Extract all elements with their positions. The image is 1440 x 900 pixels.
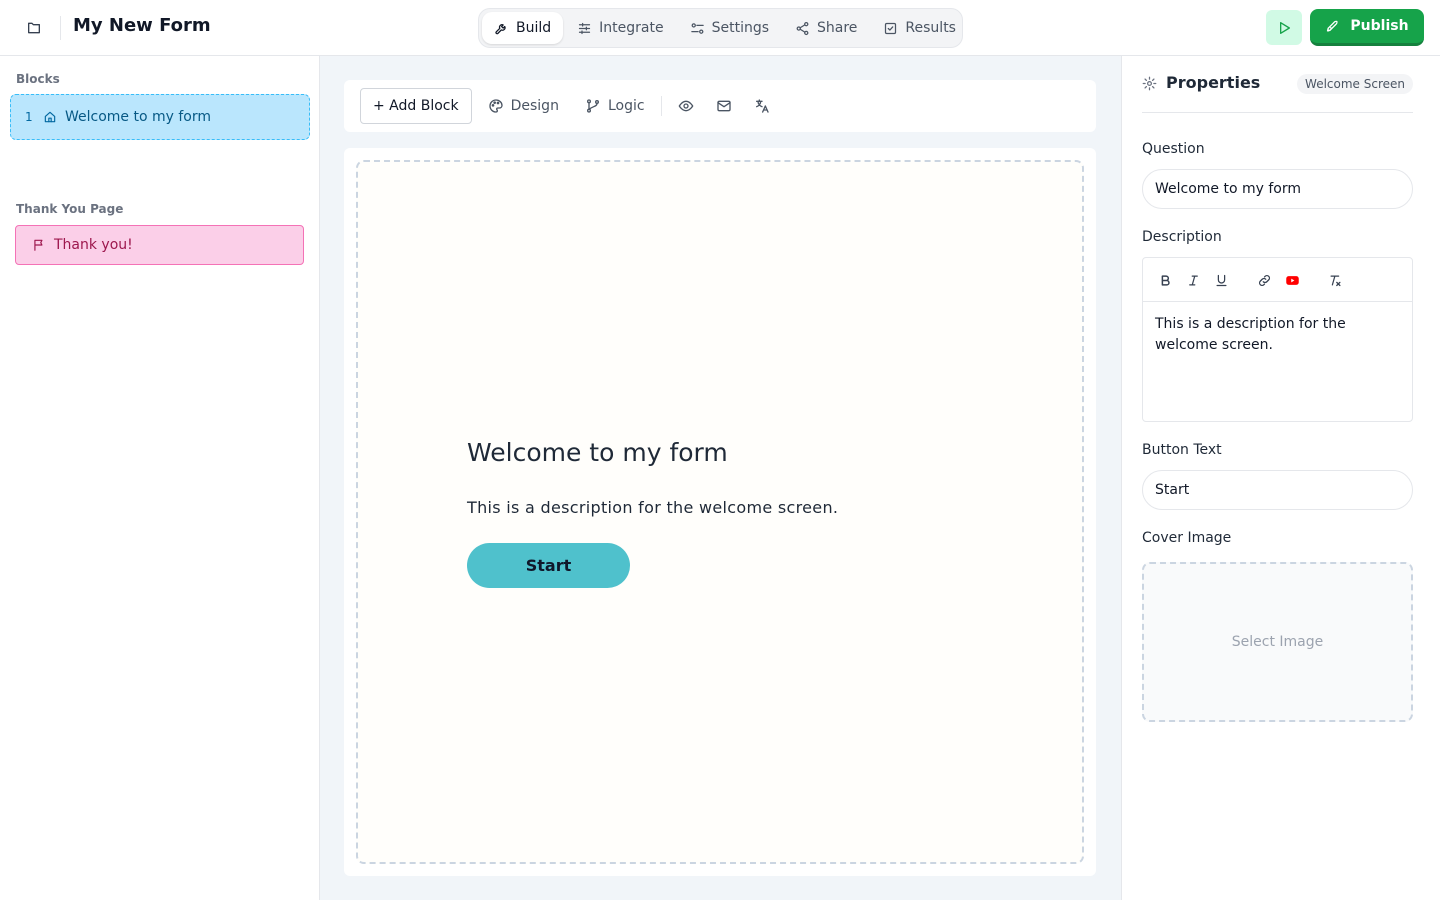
clear-format-button[interactable] [1325,270,1345,290]
add-block-button[interactable]: + Add Block [360,88,472,124]
folder-icon [26,20,42,36]
wrench-icon [494,21,509,36]
nav-settings[interactable]: Settings [678,12,781,44]
preview-eye-button[interactable] [668,88,704,124]
checkbox-icon [883,21,898,36]
folder-button[interactable] [18,12,50,44]
flag-icon [32,238,46,252]
sliders-icon [577,21,592,36]
editor-toolbar [1143,258,1412,302]
description-editor: This is a description for the welcome sc… [1142,257,1413,422]
email-button[interactable] [706,88,742,124]
block-item-welcome[interactable]: 1 Welcome to my form [10,94,310,140]
bold-button[interactable] [1155,270,1175,290]
toolbar-divider [660,96,662,116]
cover-image-dropzone[interactable]: Select Image [1142,562,1413,722]
youtube-icon [1285,273,1300,288]
nav-settings-label: Settings [711,20,770,36]
question-input[interactable] [1142,169,1413,209]
block-item-thankyou[interactable]: Thank you! [15,225,304,265]
mail-icon [716,98,732,114]
welcome-title: Welcome to my form [467,438,728,467]
start-button[interactable]: Start [467,543,630,588]
nav-integrate-label: Integrate [599,20,664,36]
nav-share[interactable]: Share [783,12,869,44]
properties-title: Properties [1166,73,1261,92]
main-nav: Build Integrate Settings Share Results [478,8,963,48]
italic-icon [1186,273,1201,288]
blocks-sidebar: Blocks 1 Welcome to my form Thank You Pa… [0,56,320,900]
publish-label: Publish [1350,18,1409,34]
bold-icon [1158,273,1173,288]
design-button[interactable]: Design [478,88,569,124]
preview-button[interactable] [1266,10,1302,45]
italic-button[interactable] [1183,270,1203,290]
cover-image-label: Cover Image [1142,530,1232,546]
logic-label: Logic [607,98,645,114]
welcome-screen-canvas[interactable]: Welcome to my form This is a description… [356,160,1084,864]
youtube-button[interactable] [1282,270,1302,290]
gear-icon [1142,76,1157,91]
block-number: 1 [25,110,33,124]
branch-icon [585,98,601,114]
thankyou-label: Thank you! [54,237,133,253]
link-icon [1257,273,1272,288]
editor-area: + Add Block Design Logic Welcome to my f… [320,56,1121,900]
blocks-section-label: Blocks [16,72,60,86]
rocket-icon [1325,19,1340,34]
translate-button[interactable] [744,88,780,124]
question-label: Question [1142,141,1205,157]
home-icon [43,110,57,124]
button-text-label: Button Text [1142,442,1222,458]
design-label: Design [510,98,559,114]
play-icon [1276,20,1292,36]
block-type-badge: Welcome Screen [1297,74,1413,94]
description-label: Description [1142,229,1222,245]
button-text-input[interactable] [1142,470,1413,510]
publish-button[interactable]: Publish [1310,9,1424,46]
properties-panel: Properties Welcome Screen Question Descr… [1121,56,1440,900]
nav-build[interactable]: Build [482,12,564,44]
link-button[interactable] [1254,270,1274,290]
nav-results-label: Results [905,20,956,36]
select-image-label: Select Image [1231,634,1324,650]
form-title[interactable]: My New Form [73,15,211,36]
header-divider [60,16,61,40]
top-bar: My New Form Build Integrate Settings Sha… [0,0,1440,56]
editor-toolbar: + Add Block Design Logic [344,80,1096,132]
nav-share-label: Share [817,20,858,36]
form-preview-card: Welcome to my form This is a description… [344,148,1096,876]
settings-sliders-icon [690,21,705,36]
palette-icon [488,98,504,114]
nav-results[interactable]: Results [871,12,968,44]
underline-button[interactable] [1211,270,1231,290]
thankyou-section-label: Thank You Page [16,202,124,216]
welcome-description: This is a description for the welcome sc… [467,498,839,517]
underline-icon [1214,273,1229,288]
block-label: Welcome to my form [65,109,212,125]
eye-icon [678,98,694,114]
nav-integrate[interactable]: Integrate [565,12,675,44]
logic-button[interactable]: Logic [575,88,655,124]
nav-build-label: Build [516,20,552,36]
description-text[interactable]: This is a description for the welcome sc… [1143,302,1412,368]
properties-header: Properties Welcome Screen [1142,72,1413,113]
share-icon [795,21,810,36]
clear-format-icon [1328,273,1343,288]
translate-icon [754,98,770,114]
